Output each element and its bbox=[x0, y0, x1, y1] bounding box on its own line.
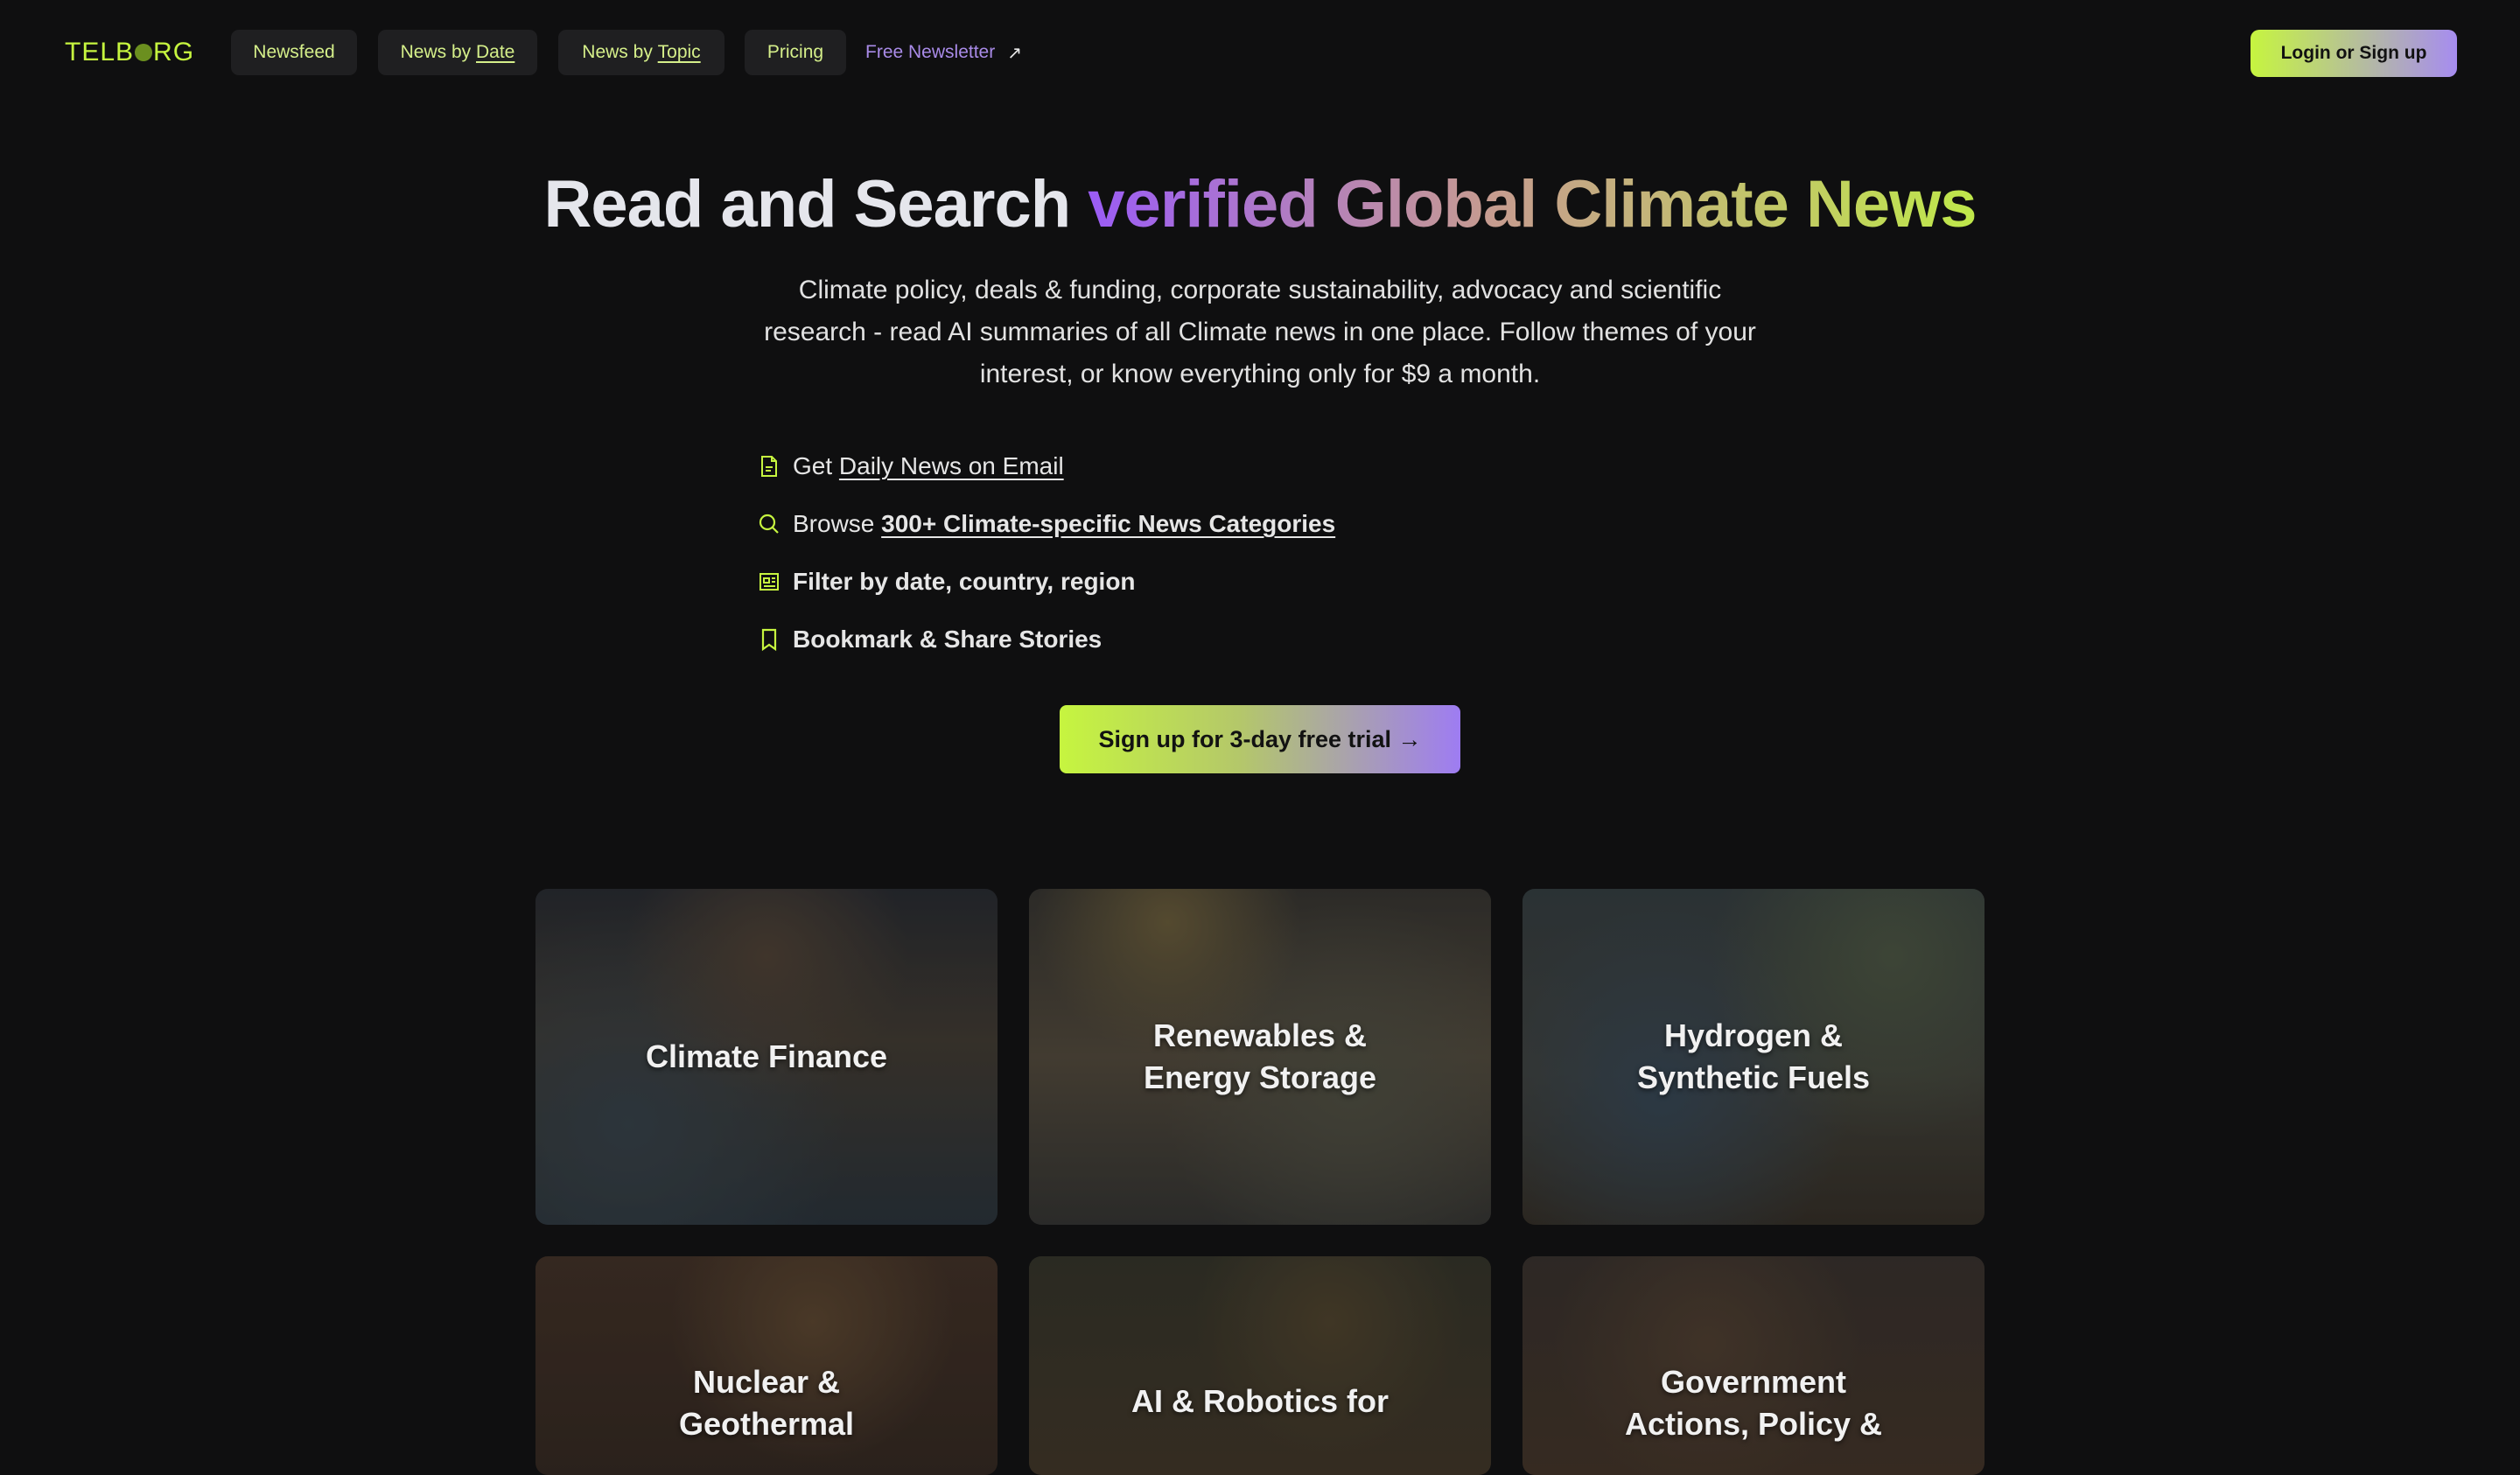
login-signup-button[interactable]: Login or Sign up bbox=[2250, 30, 2457, 77]
hero-subtitle: Climate policy, deals & funding, corpora… bbox=[764, 276, 1756, 388]
category-card-nuclear[interactable]: Nuclear & Geothermal bbox=[536, 1256, 998, 1475]
nav-newsfeed-button[interactable]: Newsfeed bbox=[231, 30, 357, 75]
feature-daily-email: Get Daily News on Email bbox=[756, 437, 1335, 495]
category-card-label: Government Actions, Policy & bbox=[1624, 1364, 1883, 1442]
feature-filter: Filter by date, country, region bbox=[756, 553, 1335, 611]
free-newsletter-link[interactable]: Free Newsletter ↗ bbox=[865, 30, 1022, 75]
top-nav: TELB RG Newsfeed News by Date News by Top… bbox=[0, 0, 2520, 107]
document-icon bbox=[756, 453, 782, 479]
news-categories-link[interactable]: 300+ Climate-specific News Categories bbox=[881, 510, 1335, 538]
hero-title: Read and Search verified Global Climate … bbox=[543, 167, 1977, 241]
nav-pricing-button[interactable]: Pricing bbox=[745, 30, 846, 75]
category-card-hydrogen[interactable]: Hydrogen & Synthetic Fuels bbox=[1522, 889, 1984, 1225]
category-card-label: Renewables & Energy Storage bbox=[1143, 1017, 1377, 1095]
nav-news-by-topic-button[interactable]: News by Topic bbox=[558, 30, 724, 75]
category-card-label: AI & Robotics for bbox=[1131, 1383, 1389, 1419]
free-trial-signup-button[interactable]: Sign up for 3-day free trial → bbox=[1060, 705, 1460, 773]
telborg-logo[interactable]: TELB RG bbox=[65, 33, 194, 72]
nav-news-by-date-button[interactable]: News by Date bbox=[378, 30, 537, 75]
newspaper-icon bbox=[756, 569, 782, 595]
category-card-government[interactable]: Government Actions, Policy & bbox=[1522, 1256, 1984, 1475]
category-card-label: Nuclear & Geothermal bbox=[678, 1364, 855, 1442]
card-image bbox=[1029, 1256, 1491, 1475]
external-arrow-icon: ↗ bbox=[1007, 43, 1022, 63]
feature-bookmark: Bookmark & Share Stories bbox=[756, 611, 1335, 668]
bookmark-icon bbox=[756, 626, 782, 653]
feature-browse-categories: Browse 300+ Climate-specific News Catego… bbox=[756, 495, 1335, 553]
category-card-label: Hydrogen & Synthetic Fuels bbox=[1636, 1017, 1871, 1095]
category-card-climate-finance[interactable]: Climate Finance bbox=[536, 889, 998, 1225]
search-icon bbox=[756, 511, 782, 537]
feature-list: Get Daily News on Email Browse 300+ Clim… bbox=[756, 437, 1335, 668]
category-card-ai-robotics[interactable]: AI & Robotics for bbox=[1029, 1256, 1491, 1475]
category-card-renewables[interactable]: Renewables & Energy Storage bbox=[1029, 889, 1491, 1225]
logo-dot-icon bbox=[135, 44, 153, 61]
category-card-label: Climate Finance bbox=[645, 1038, 888, 1074]
daily-news-email-link[interactable]: Daily News on Email bbox=[839, 452, 1064, 480]
